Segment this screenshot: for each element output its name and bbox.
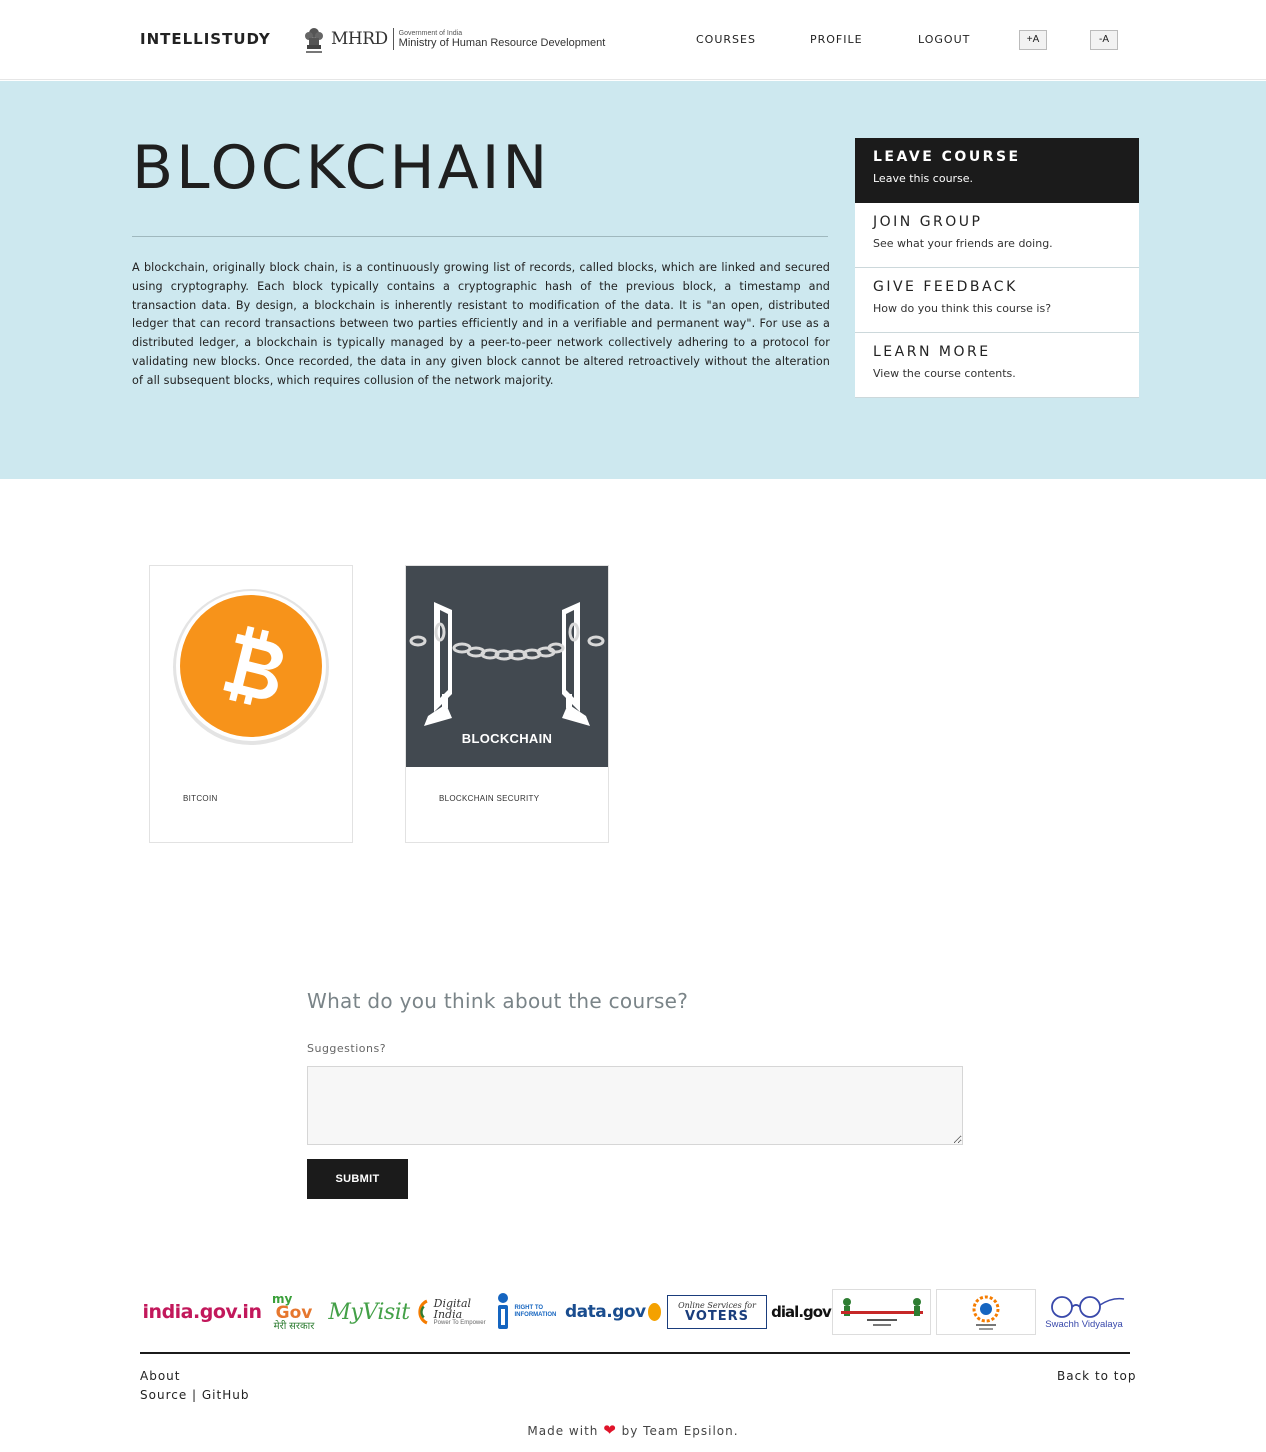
- join-group-button[interactable]: JOIN GROUP See what your friends are doi…: [855, 203, 1139, 268]
- made-with-credit: Made with ❤ by Team Epsilon.: [0, 1421, 1266, 1439]
- dial-gov-logo[interactable]: dial.gov: [771, 1287, 832, 1337]
- voters-logo[interactable]: Online Services for VOTERS: [667, 1295, 767, 1329]
- gandhi-glasses-icon: [1051, 1295, 1125, 1318]
- leave-course-button[interactable]: LEAVE COURSE Leave this course.: [855, 138, 1139, 203]
- nav-courses[interactable]: COURSES: [696, 33, 756, 46]
- blockchain-thumbnail: BLOCKCHAIN: [406, 566, 608, 767]
- learn-more-button[interactable]: LEARN MORE View the course contents.: [855, 333, 1139, 398]
- swachh-text: Swachh Vidyalaya: [1045, 1318, 1123, 1330]
- children-reading-icon: [840, 1298, 923, 1326]
- menu-item-subtitle: How do you think this course is?: [873, 302, 1052, 315]
- title-divider: [132, 236, 828, 237]
- chakra-emblem-icon: [972, 1295, 1000, 1330]
- data-gov-text: data.gov: [565, 1302, 646, 1322]
- course-card-bitcoin[interactable]: BITCOIN: [149, 565, 353, 843]
- bitcoin-thumbnail: [150, 566, 352, 767]
- data-gov-badge-icon: [647, 1303, 661, 1321]
- menu-item-subtitle: See what your friends are doing.: [873, 237, 1053, 250]
- footer-about-link[interactable]: About: [140, 1369, 180, 1383]
- give-feedback-button[interactable]: GIVE FEEDBACK How do you think this cour…: [855, 268, 1139, 333]
- feedback-heading: What do you think about the course?: [307, 989, 689, 1013]
- mhrd-separator: [392, 28, 394, 50]
- education-campaign-logo[interactable]: [832, 1289, 931, 1335]
- data-gov-logo[interactable]: data.gov: [565, 1287, 661, 1337]
- digital-india-text: Digital India: [433, 1297, 472, 1321]
- suggestions-label: Suggestions?: [307, 1042, 387, 1055]
- myvisit-text: MyVisit: [328, 1299, 410, 1325]
- font-increase-button[interactable]: +A: [1019, 30, 1047, 50]
- menu-item-subtitle: Leave this course.: [873, 172, 974, 185]
- course-title: BLOCKCHAIN: [132, 133, 551, 203]
- made-with-text: Made with: [527, 1424, 599, 1438]
- mhrd-abbr: MHRD: [331, 29, 388, 49]
- footer-source-link[interactable]: Source | GitHub: [140, 1388, 249, 1402]
- menu-item-title: LEARN MORE: [873, 344, 991, 360]
- course-card-label: BITCOIN: [183, 794, 218, 803]
- nav-logout[interactable]: LOGOUT: [918, 33, 970, 46]
- team-credit-text: by Team Epsilon.: [621, 1424, 739, 1438]
- course-card-label: BLOCKCHAIN SECURITY: [439, 794, 540, 803]
- rti-logo[interactable]: RIGHT TO INFORMATION: [493, 1287, 559, 1337]
- back-to-top-link[interactable]: Back to top: [1057, 1369, 1136, 1383]
- top-navbar: INTELLISTUDY MHRD Government of India Mi…: [0, 0, 1266, 80]
- bitcoin-icon: [150, 566, 352, 767]
- digital-india-swirl-icon: [418, 1299, 428, 1325]
- suggestions-textarea[interactable]: [307, 1066, 963, 1145]
- brand-logo[interactable]: INTELLISTUDY: [140, 30, 271, 48]
- rti-person-icon: [497, 1293, 508, 1329]
- course-description: A blockchain, originally block chain, is…: [132, 261, 830, 387]
- course-card-blockchain-security[interactable]: BLOCKCHAIN BLOCKCHAIN SECURITY: [405, 565, 609, 843]
- voters-main-text: VOTERS: [684, 1308, 749, 1324]
- rti-text: RIGHT TO INFORMATION: [514, 1305, 557, 1318]
- submit-button[interactable]: SUBMIT: [307, 1159, 408, 1199]
- menu-item-title: GIVE FEEDBACK: [873, 279, 1018, 295]
- india-gov-text: india.gov.in: [142, 1301, 262, 1323]
- mygov-main-text: Gov: [275, 1302, 313, 1323]
- india-gov-logo[interactable]: india.gov.in: [142, 1287, 262, 1337]
- thumbnail-caption: BLOCKCHAIN: [461, 731, 553, 746]
- myvisit-logo[interactable]: MyVisit: [326, 1287, 412, 1337]
- national-emblem-icon: [305, 28, 323, 53]
- mhrd-gov-text: Government of India: [398, 29, 463, 37]
- mygov-logo[interactable]: my Gov मेरी सरकार: [269, 1287, 319, 1337]
- heart-icon: ❤: [603, 1421, 617, 1439]
- mhrd-logo[interactable]: MHRD Government of India Ministry of Hum…: [303, 22, 605, 56]
- nav-profile[interactable]: PROFILE: [810, 33, 863, 46]
- sarva-shiksha-logo[interactable]: [936, 1289, 1036, 1335]
- mhrd-ministry-text: Ministry of Human Resource Development: [398, 36, 606, 49]
- menu-item-title: LEAVE COURSE: [873, 149, 1021, 165]
- menu-item-title: JOIN GROUP: [873, 214, 983, 230]
- menu-item-subtitle: View the course contents.: [873, 367, 1016, 380]
- font-decrease-button[interactable]: -A: [1090, 30, 1118, 50]
- digital-india-tagline: Power To Empower: [433, 1320, 486, 1326]
- mygov-sub-text: मेरी सरकार: [273, 1320, 315, 1332]
- dial-gov-text: dial.gov: [771, 1303, 832, 1321]
- course-action-menu: LEAVE COURSE Leave this course. JOIN GRO…: [855, 138, 1139, 398]
- course-hero: BLOCKCHAIN A blockchain, originally bloc…: [0, 81, 1266, 479]
- footer-divider: [140, 1352, 1130, 1354]
- digital-india-logo[interactable]: Digital India Power To Empower: [416, 1287, 488, 1337]
- swachh-vidyalaya-logo[interactable]: Swachh Vidyalaya: [1039, 1287, 1129, 1337]
